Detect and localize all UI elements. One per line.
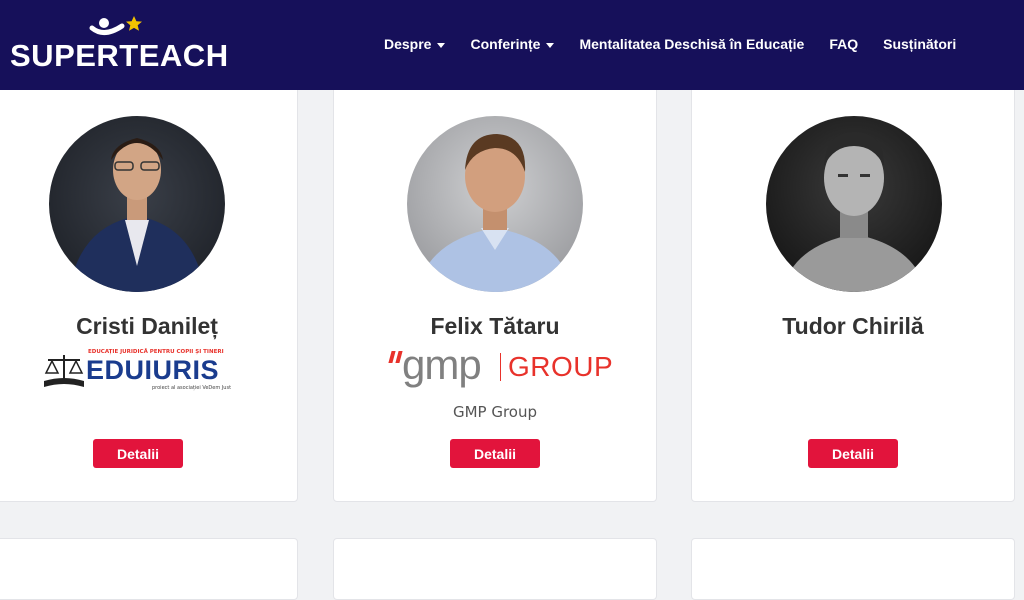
nav-faq-label: FAQ — [829, 36, 859, 52]
eduiuris-wordmark: EDUIURIS — [86, 355, 220, 385]
speaker-photo — [49, 116, 225, 292]
speaker-name: Felix Tătaru — [430, 313, 560, 339]
speaker-name: Cristi Danileț — [76, 313, 218, 339]
nav-mentalitatea[interactable]: Mentalitatea Deschisă în Educație — [579, 36, 804, 52]
eduiuris-credit: proiect al asociației VeDem Just — [152, 385, 232, 391]
superteach-logo[interactable]: SUPERTEACH — [8, 12, 228, 76]
gmp-quote-mark-icon — [388, 351, 396, 363]
speaker-card — [333, 538, 657, 600]
speaker-photo — [407, 116, 583, 292]
gmp-divider — [500, 353, 501, 381]
person-portrait-icon — [69, 138, 205, 292]
gmp-group-text: GROUP — [508, 351, 614, 382]
nav-sustinatori-label: Susținători — [883, 36, 957, 52]
gmp-group-logo: gmp GROUP — [388, 341, 613, 389]
nav-despre[interactable]: Despre — [384, 36, 446, 52]
company-name: GMP Group — [452, 403, 538, 421]
nav-despre-label: Despre — [384, 36, 432, 52]
person-portrait-icon — [782, 132, 926, 292]
speaker-card: Cristi Danileț EDUCAȚIE JURIDICĂ PENTRU … — [0, 70, 298, 502]
person-portrait-icon — [417, 134, 573, 292]
speaker-photo — [766, 116, 942, 292]
gmp-wordmark: gmp — [402, 341, 482, 388]
speaker-card — [0, 538, 298, 600]
nav-conferinte-label: Conferințe — [470, 36, 541, 52]
speaker-card: Tudor Chirilă Detalii — [691, 70, 1015, 502]
nav-sustinatori[interactable]: Susținători — [883, 36, 956, 52]
nav-conferinte[interactable]: Conferințe — [470, 36, 555, 52]
nav-faq[interactable]: FAQ — [829, 36, 858, 52]
details-button[interactable]: Detalii — [450, 439, 540, 468]
star-icon — [126, 16, 142, 31]
top-navbar: SUPERTEACH Despre Conferințe Mentalitate… — [0, 0, 1024, 90]
logo-text: SUPERTEACH — [10, 38, 229, 73]
speaker-card — [691, 538, 1015, 600]
details-button[interactable]: Detalii — [808, 439, 898, 468]
eduiuris-logo: EDUCAȚIE JURIDICĂ PENTRU COPII ȘI TINERI… — [42, 349, 242, 393]
main-nav: Despre Conferințe Mentalitatea Deschisă … — [384, 34, 981, 54]
nav-mentalitatea-label: Mentalitatea Deschisă în Educație — [579, 36, 805, 52]
scales-of-justice-icon — [44, 355, 84, 387]
caret-down-icon — [437, 42, 446, 48]
caret-down-icon — [546, 42, 555, 48]
speaker-name: Tudor Chirilă — [782, 313, 924, 339]
details-button[interactable]: Detalii — [93, 439, 183, 468]
speaker-card: Felix Tătaru gmp GROUP GMP Group Detalii — [333, 70, 657, 502]
